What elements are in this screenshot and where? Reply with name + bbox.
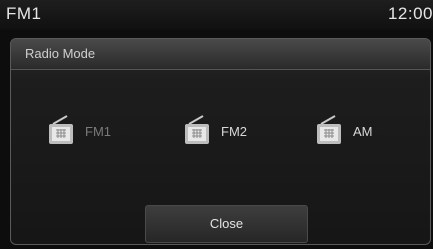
mode-option-am[interactable]: AM (315, 111, 373, 151)
head-unit-screen: FM1 12:00 Radio Mode FM1 FM2 AM Close (0, 0, 433, 249)
mode-option-label: FM1 (85, 123, 111, 139)
mode-option-fm2[interactable]: FM2 (183, 111, 247, 151)
radio-icon (315, 114, 343, 148)
mode-option-fm1[interactable]: FM1 (47, 111, 111, 151)
dialog-header: Radio Mode (11, 39, 430, 70)
dialog-title: Radio Mode (25, 46, 96, 61)
radio-icon (183, 114, 211, 148)
status-bar: FM1 12:00 (0, 0, 433, 30)
mode-option-label: FM2 (221, 123, 247, 139)
mode-option-label: AM (353, 123, 373, 139)
clock: 12:00 (387, 4, 433, 23)
radio-mode-dialog: Radio Mode FM1 FM2 AM Close (10, 38, 431, 245)
close-button[interactable]: Close (145, 205, 308, 243)
radio-icon (47, 114, 75, 148)
current-source-title: FM1 (6, 4, 42, 23)
